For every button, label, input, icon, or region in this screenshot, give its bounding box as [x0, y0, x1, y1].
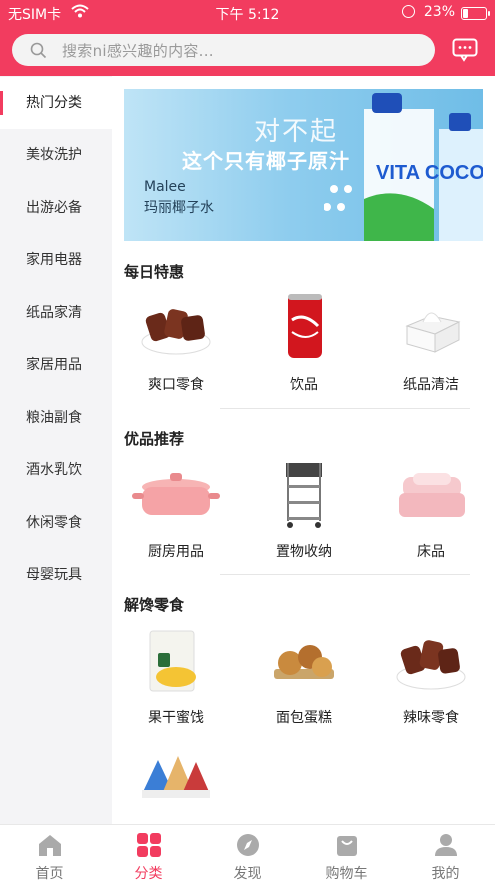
item-label: 饮品	[290, 377, 318, 393]
battery-percent: 23%	[423, 4, 455, 20]
banner-headline: 对不起	[254, 117, 339, 147]
top-header: 无SIM卡 下午 5:12 23% 搜索ni感兴趣的内容...	[0, 0, 495, 76]
sidebar-item-beauty[interactable]: 美妆洗护	[0, 129, 112, 181]
battery-icon	[461, 7, 490, 20]
category-item[interactable]: 果干蜜饯	[118, 625, 234, 726]
section-title-daily-deals: 每日特惠	[124, 263, 185, 281]
tab-category[interactable]: 分类	[99, 825, 198, 882]
compass-icon	[237, 834, 259, 856]
sidebar-item-travel[interactable]: 出游必备	[0, 182, 112, 234]
sidebar-item-hot[interactable]: 热门分类	[0, 77, 112, 129]
tab-cart[interactable]: 购物车	[297, 825, 396, 882]
search-icon	[30, 42, 47, 59]
tab-label: 发现	[233, 866, 262, 882]
banner-subheadline: 这个只有椰子原汁	[182, 149, 350, 173]
bottle-brand-text: VITA COCO	[376, 162, 483, 184]
message-icon[interactable]	[452, 38, 478, 62]
tab-profile[interactable]: 我的	[396, 825, 495, 882]
promo-banner[interactable]: VITA COCO 对不起 这个只有椰子原汁 Malee 玛丽椰子水	[124, 89, 483, 241]
home-icon	[39, 835, 61, 856]
category-item[interactable]: 爽口零食	[118, 292, 234, 393]
item-label: 辣味零食	[403, 710, 459, 726]
tab-label: 分类	[134, 866, 163, 882]
section-divider	[220, 574, 470, 575]
search-placeholder: 搜索ni感兴趣的内容...	[62, 42, 214, 60]
spicy-snack-icon	[396, 640, 466, 690]
casserole-pot-icon	[132, 473, 220, 515]
category-item[interactable]: 饮品	[246, 292, 362, 393]
sidebar-item-snacks[interactable]: 休闲零食	[0, 497, 112, 549]
item-label: 果干蜜饯	[148, 710, 204, 726]
jerky-snack-icon	[141, 309, 211, 355]
status-bar: 无SIM卡 下午 5:12 23%	[0, 0, 495, 26]
category-sidebar: 热门分类 美妆洗护 出游必备 家用电器 纸品家清 家居用品 粮油副食 酒水乳饮 …	[0, 76, 112, 824]
banner-brand-en: Malee	[144, 179, 186, 195]
category-item[interactable]: 面包蛋糕	[246, 625, 362, 726]
tab-discover[interactable]: 发现	[198, 825, 297, 882]
item-label: 床品	[417, 544, 445, 560]
snack-bags-icon	[142, 756, 210, 798]
cola-can-icon	[288, 294, 322, 358]
bedding-icon	[399, 473, 465, 517]
sidebar-item-paper[interactable]: 纸品家清	[0, 287, 112, 339]
category-item[interactable]: 辣味零食	[373, 625, 489, 726]
section-title-recommended: 优品推荐	[124, 430, 185, 448]
search-input[interactable]: 搜索ni感兴趣的内容...	[12, 34, 435, 66]
tab-label: 我的	[431, 866, 460, 882]
section-title-snacks: 解馋零食	[124, 596, 185, 614]
cart-icon	[337, 836, 357, 856]
storage-cart-icon	[286, 463, 322, 528]
section-divider	[220, 408, 470, 409]
banner-brand-cn: 玛丽椰子水	[144, 200, 214, 216]
tab-label: 购物车	[325, 866, 368, 882]
category-item[interactable]	[118, 750, 234, 824]
bread-cake-icon	[274, 645, 334, 679]
sidebar-item-appliances[interactable]: 家用电器	[0, 234, 112, 286]
item-label: 面包蛋糕	[276, 710, 332, 726]
user-icon	[435, 834, 457, 856]
sidebar-item-drinks[interactable]: 酒水乳饮	[0, 444, 112, 496]
item-label: 纸品清洁	[403, 377, 459, 393]
item-label: 爽口零食	[148, 377, 204, 393]
sidebar-item-home[interactable]: 家居用品	[0, 339, 112, 391]
category-item[interactable]: 床品	[373, 459, 489, 560]
category-item[interactable]: 纸品清洁	[373, 292, 489, 393]
item-label: 置物收纳	[276, 544, 332, 560]
sidebar-item-baby[interactable]: 母婴玩具	[0, 549, 112, 601]
tissue-box-icon	[405, 312, 461, 353]
clock-label: 下午 5:12	[215, 7, 280, 23]
tab-label: 首页	[35, 866, 64, 882]
bottom-tab-bar: 首页 分类 发现 购物车 我的	[0, 824, 495, 882]
category-item[interactable]: 置物收纳	[246, 459, 362, 560]
rotation-lock-icon	[402, 5, 415, 18]
tab-home[interactable]: 首页	[0, 825, 99, 882]
category-icon	[137, 833, 161, 857]
dried-fruit-icon	[149, 630, 196, 692]
item-label: 厨房用品	[148, 544, 204, 560]
sidebar-item-grocery[interactable]: 粮油副食	[0, 392, 112, 444]
category-item[interactable]: 厨房用品	[118, 459, 234, 560]
